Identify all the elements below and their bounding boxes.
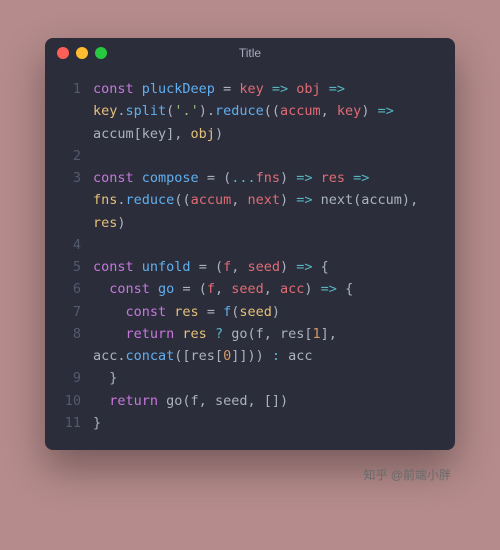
line-number: 4 bbox=[59, 234, 81, 256]
minimize-icon[interactable] bbox=[76, 47, 88, 59]
code-line: 4 bbox=[59, 234, 441, 256]
line-number: 6 bbox=[59, 278, 81, 300]
line-number: 7 bbox=[59, 301, 81, 323]
close-icon[interactable] bbox=[57, 47, 69, 59]
code-line: 2 bbox=[59, 145, 441, 167]
code-line: 5 const unfold = (f, seed) => { bbox=[59, 256, 441, 278]
code-line: 1const pluckDeep = key => obj => key.spl… bbox=[59, 78, 441, 145]
window-controls bbox=[57, 47, 107, 59]
titlebar: Title bbox=[45, 38, 455, 68]
line-content: const res = f(seed) bbox=[93, 301, 441, 323]
line-number: 1 bbox=[59, 78, 81, 145]
line-content bbox=[93, 234, 441, 256]
line-number: 8 bbox=[59, 323, 81, 368]
line-content bbox=[93, 145, 441, 167]
line-content: const unfold = (f, seed) => { bbox=[93, 256, 441, 278]
code-window: Title 1const pluckDeep = key => obj => k… bbox=[45, 38, 455, 450]
code-line: 10 return go(f, seed, []) bbox=[59, 390, 441, 412]
code-line: 11} bbox=[59, 412, 441, 434]
line-content: const pluckDeep = key => obj => key.spli… bbox=[93, 78, 441, 145]
line-content: return res ? go(f, res[1], acc.concat([r… bbox=[93, 323, 441, 368]
code-line: 7 const res = f(seed) bbox=[59, 301, 441, 323]
maximize-icon[interactable] bbox=[95, 47, 107, 59]
line-number: 3 bbox=[59, 167, 81, 234]
code-line: 8 return res ? go(f, res[1], acc.concat(… bbox=[59, 323, 441, 368]
line-number: 2 bbox=[59, 145, 81, 167]
code-line: 6 const go = (f, seed, acc) => { bbox=[59, 278, 441, 300]
line-number: 9 bbox=[59, 367, 81, 389]
line-content: return go(f, seed, []) bbox=[93, 390, 441, 412]
line-number: 11 bbox=[59, 412, 81, 434]
line-content: const compose = (...fns) => res => fns.r… bbox=[93, 167, 441, 234]
line-content: const go = (f, seed, acc) => { bbox=[93, 278, 441, 300]
line-number: 5 bbox=[59, 256, 81, 278]
line-content: } bbox=[93, 412, 441, 434]
attribution-text: 知乎 @前端小胖 bbox=[45, 466, 455, 483]
code-line: 9 } bbox=[59, 367, 441, 389]
code-area: 1const pluckDeep = key => obj => key.spl… bbox=[45, 68, 455, 450]
line-content: } bbox=[93, 367, 441, 389]
code-line: 3const compose = (...fns) => res => fns.… bbox=[59, 167, 441, 234]
line-number: 10 bbox=[59, 390, 81, 412]
